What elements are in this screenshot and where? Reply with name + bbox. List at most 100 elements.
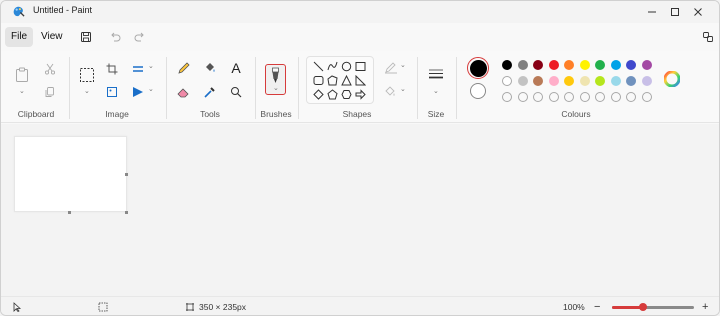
shapes-group-label: Shapes	[342, 109, 372, 119]
text-tool[interactable]: A	[227, 59, 245, 77]
zoom-out-button[interactable]: −	[594, 301, 604, 313]
custom-colour-slot[interactable]	[564, 92, 574, 102]
close-button[interactable]	[675, 1, 719, 23]
paste-options-chevron-icon[interactable]: ⌄	[19, 87, 25, 95]
brushes-group-label: Brushes	[260, 109, 292, 119]
tools-group-label: Tools	[200, 109, 220, 119]
primary-colour-button[interactable]	[467, 57, 489, 79]
colour-swatch[interactable]	[548, 76, 559, 86]
rotate-flip-button[interactable]	[129, 83, 147, 101]
custom-colour-slot[interactable]	[610, 92, 621, 102]
hexagon-shape-icon[interactable]	[341, 89, 352, 100]
fill-chevron-icon[interactable]: ⌄	[400, 85, 406, 93]
colour-swatch[interactable]	[517, 60, 528, 70]
status-bar: 350 × 235px 100% − +	[1, 296, 719, 315]
color-picker-tool[interactable]	[201, 83, 219, 101]
ribbon: ⌄ Clipboard ⌄ ⌄ ⌄ Image A Tools ⌄ Brushe…	[1, 51, 719, 123]
colour-swatch[interactable]	[517, 76, 528, 86]
rectangle-shape-icon[interactable]	[355, 61, 366, 72]
drawing-canvas[interactable]	[14, 136, 127, 212]
eraser-icon	[177, 88, 189, 98]
colour-swatch[interactable]	[548, 60, 559, 70]
colour-swatch[interactable]	[564, 60, 574, 70]
zoom-in-button[interactable]: +	[702, 301, 712, 313]
custom-colour-slot[interactable]	[548, 92, 559, 102]
eraser-tool[interactable]	[175, 83, 193, 101]
redo-button[interactable]	[132, 29, 148, 45]
colour-swatch[interactable]	[564, 76, 574, 86]
canvas-resize-handle-bottom[interactable]	[68, 211, 71, 214]
magnifier-tool[interactable]	[227, 83, 245, 101]
colour-swatch[interactable]	[502, 76, 512, 86]
arrow-shape-icon[interactable]	[355, 89, 366, 100]
colour-swatch[interactable]	[626, 60, 636, 70]
colour-swatch[interactable]	[579, 76, 590, 86]
colour-swatch[interactable]	[610, 76, 621, 86]
line-shape-icon[interactable]	[313, 61, 324, 72]
save-button[interactable]	[78, 29, 94, 45]
shape-outline-button[interactable]	[382, 59, 400, 77]
file-menu[interactable]: File	[5, 27, 34, 47]
edit-colours-button[interactable]	[663, 70, 681, 88]
polygon-shape-icon[interactable]	[327, 75, 338, 86]
triangle-shape-icon[interactable]	[341, 75, 352, 86]
custom-colour-slot[interactable]	[533, 92, 543, 102]
select-options-chevron-icon[interactable]: ⌄	[84, 87, 90, 95]
cut-button[interactable]	[41, 60, 59, 78]
rounded-rectangle-shape-icon[interactable]	[313, 75, 324, 86]
rotate-options-chevron-icon[interactable]: ⌄	[148, 85, 154, 93]
colour-swatch[interactable]	[641, 60, 652, 70]
pencil-tool[interactable]	[175, 59, 193, 77]
image-group-label: Image	[105, 109, 129, 119]
size-button[interactable]	[427, 66, 445, 84]
secondary-colour-button[interactable]	[470, 83, 486, 99]
undo-button[interactable]	[107, 29, 123, 45]
diamond-shape-icon[interactable]	[313, 89, 324, 100]
layers-button[interactable]	[700, 29, 716, 45]
canvas-workspace	[1, 124, 719, 296]
zoom-level-text[interactable]: 100%	[563, 302, 585, 312]
colour-swatch[interactable]	[595, 76, 605, 86]
custom-colour-slot[interactable]	[626, 92, 636, 102]
canvas-resize-handle-corner[interactable]	[125, 211, 128, 214]
crop-button[interactable]	[103, 60, 121, 78]
canvas-resize-handle-right[interactable]	[125, 173, 128, 176]
paste-icon	[16, 67, 28, 82]
colour-swatch[interactable]	[610, 60, 621, 70]
curve-shape-icon[interactable]	[327, 61, 338, 72]
resize-button[interactable]	[129, 60, 147, 78]
size-chevron-icon[interactable]: ⌄	[433, 87, 439, 95]
brushes-button[interactable]: ⌄	[265, 64, 286, 95]
select-button[interactable]	[78, 66, 96, 84]
copy-button[interactable]	[41, 83, 59, 101]
view-menu[interactable]: View	[35, 27, 69, 47]
paste-button[interactable]	[13, 66, 31, 84]
paint-window: Untitled - Paint File View ⌄ Clipboard ⌄…	[0, 0, 720, 316]
right-triangle-shape-icon[interactable]	[355, 75, 366, 86]
pencil-icon	[178, 62, 190, 74]
outline-chevron-icon[interactable]: ⌄	[400, 61, 406, 69]
custom-colour-slot[interactable]	[502, 92, 512, 102]
zoom-slider-thumb[interactable]	[639, 303, 648, 311]
zoom-slider-track[interactable]	[612, 303, 694, 311]
colour-swatch[interactable]	[641, 76, 652, 86]
custom-colour-slot[interactable]	[579, 92, 590, 102]
shape-fill-button[interactable]	[382, 83, 400, 101]
resize-options-chevron-icon[interactable]: ⌄	[148, 62, 154, 70]
colour-swatch[interactable]	[533, 60, 543, 70]
custom-colour-slot[interactable]	[517, 92, 528, 102]
colour-swatch[interactable]	[533, 76, 543, 86]
custom-colour-slot[interactable]	[595, 92, 605, 102]
pentagon-shape-icon[interactable]	[327, 89, 338, 100]
colour-swatch[interactable]	[502, 60, 512, 70]
image-properties-button[interactable]	[103, 83, 121, 101]
oval-shape-icon[interactable]	[341, 61, 352, 72]
colour-swatch[interactable]	[579, 60, 590, 70]
custom-colour-slot[interactable]	[641, 92, 652, 102]
copy-icon	[45, 87, 54, 97]
fill-tool[interactable]	[201, 59, 219, 77]
colour-swatch[interactable]	[626, 76, 636, 86]
colour-swatch[interactable]	[595, 60, 605, 70]
save-icon	[81, 32, 91, 42]
colours-group-label: Colours	[561, 109, 591, 119]
